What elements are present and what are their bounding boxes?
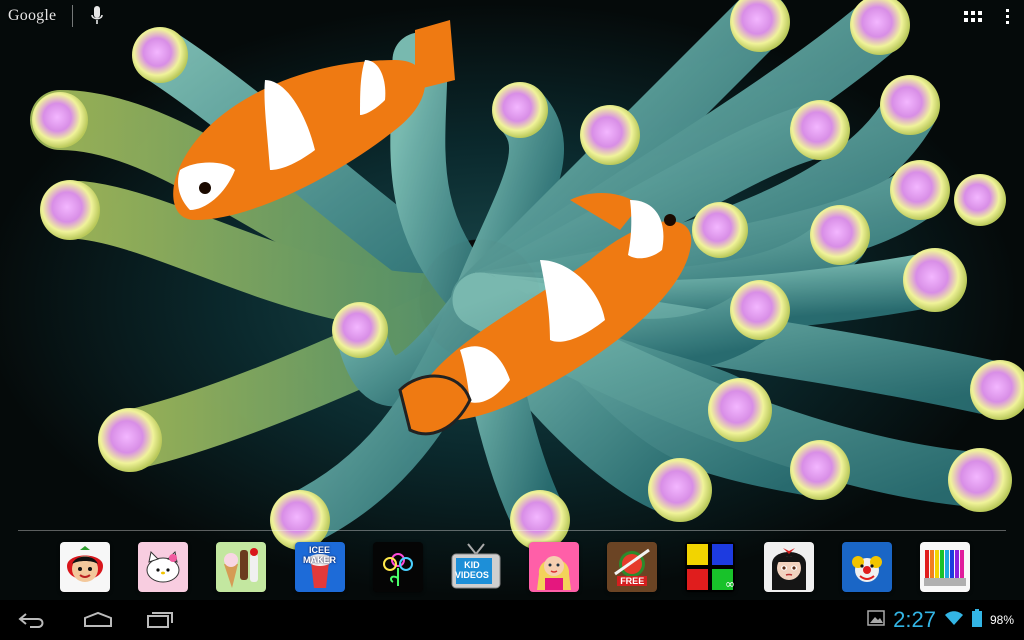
live-wallpaper [0, 0, 1024, 600]
home-icon[interactable] [78, 608, 118, 632]
top-right-actions [962, 6, 1012, 26]
clock: 2:27 [893, 607, 936, 632]
free-label: FREE [617, 576, 648, 586]
strawberry-girl-icon [67, 546, 103, 582]
ice-cream-app[interactable] [216, 542, 267, 592]
gallery-notification-icon[interactable] [867, 610, 885, 630]
fruit-ninja-free-app[interactable]: FREE [607, 542, 658, 592]
dock-divider [18, 530, 1006, 531]
pencils-icon [923, 550, 966, 586]
anemone-clownfish-scene [30, 0, 1024, 550]
icee-maker-app[interactable]: ICEE MAKER [294, 542, 345, 592]
app-dock: ICEE MAKER KID VIDEOS FREE ∞ [60, 538, 970, 596]
ice-cream-icon [224, 548, 259, 588]
color-squares-icon: ∞ [687, 544, 735, 591]
wifi-icon [944, 610, 964, 630]
google-search-bar[interactable]: Google [8, 4, 105, 28]
clown-icon [851, 556, 882, 582]
overflow-menu-icon[interactable] [1002, 6, 1012, 26]
svg-text:∞: ∞ [725, 577, 735, 591]
google-search-label[interactable]: Google [8, 7, 56, 25]
recent-apps-icon[interactable] [140, 608, 180, 632]
search-divider [72, 5, 74, 27]
hello-kitty-icon [146, 550, 180, 583]
blonde-girl-icon [537, 556, 572, 590]
glow-flower-icon [382, 553, 413, 586]
glow-draw-app[interactable] [372, 542, 423, 592]
color-blocks-app[interactable]: ∞ [685, 542, 736, 592]
kid-videos-label: KID VIDEOS [454, 560, 489, 580]
apps-grid-icon[interactable] [962, 6, 984, 26]
icee-maker-label: ICEE MAKER [303, 545, 337, 565]
strawberry-girl-app[interactable] [60, 542, 110, 592]
back-icon[interactable] [12, 608, 52, 632]
colored-pencils-app[interactable] [919, 542, 970, 592]
emo-doll-app[interactable] [763, 542, 814, 592]
hello-kitty-app[interactable] [138, 542, 189, 592]
kid-videos-app[interactable]: KID VIDEOS [451, 542, 501, 592]
dress-up-girl-app[interactable] [529, 542, 580, 592]
clown-app[interactable] [841, 542, 892, 592]
status-area[interactable]: 2:27 98% [867, 604, 1014, 636]
battery-icon [971, 609, 982, 631]
battery-percentage: 98% [989, 613, 1014, 627]
doll-face-icon [771, 548, 806, 590]
mic-icon[interactable] [89, 5, 105, 27]
